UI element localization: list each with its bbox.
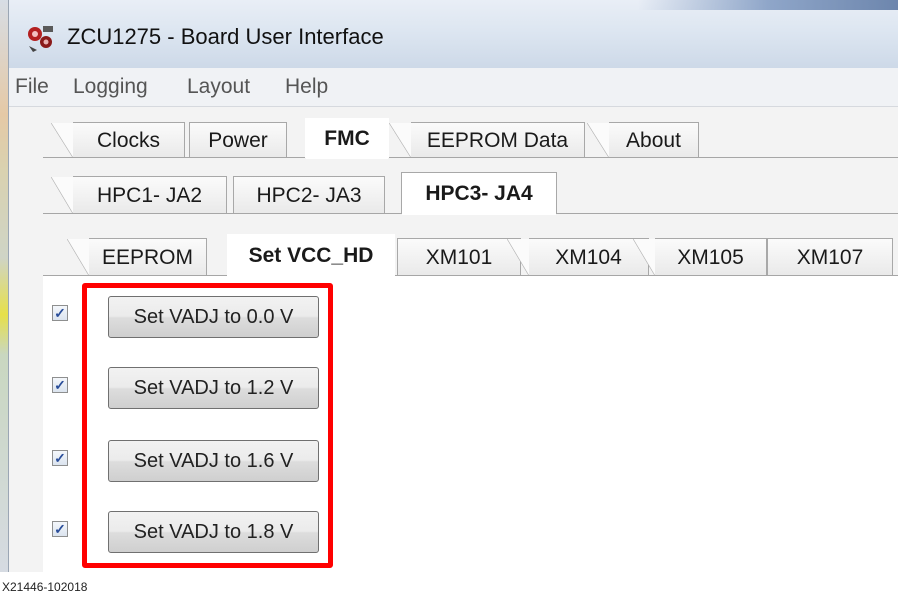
- tab-eeprom-data[interactable]: EEPROM Data: [389, 122, 585, 158]
- app-logo-icon: [28, 26, 53, 52]
- set-vadj-1-2-button[interactable]: Set VADJ to 1.2 V: [108, 367, 319, 409]
- tab-clocks[interactable]: Clocks: [51, 122, 185, 158]
- tab-set-vcc-hd[interactable]: Set VCC_HD: [227, 234, 395, 277]
- vadj-1-6-checkbox[interactable]: ✓: [52, 450, 68, 466]
- tab-about[interactable]: About: [587, 122, 699, 158]
- window-title: ZCU1275 - Board User Interface: [67, 24, 384, 49]
- menu-bar: File Logging Layout Help: [9, 68, 898, 107]
- tab-xm105[interactable]: XM105: [633, 238, 767, 276]
- vadj-0-0-checkbox[interactable]: ✓: [52, 305, 68, 321]
- tab-xm104[interactable]: XM104: [507, 238, 649, 276]
- tab-fmc[interactable]: FMC: [305, 118, 389, 159]
- tab-hpc3-ja4[interactable]: HPC3- JA4: [401, 172, 557, 215]
- tab-hpc1-ja2[interactable]: HPC1- JA2: [51, 176, 227, 214]
- tab-xm107[interactable]: XM107: [767, 238, 893, 276]
- tab-power[interactable]: Power: [189, 122, 287, 158]
- main-tab-row: Clocks Power FMC EEPROM Data About: [9, 106, 898, 159]
- figure-id-caption: X21446-102018: [2, 580, 88, 594]
- menu-layout[interactable]: Layout: [187, 74, 250, 100]
- set-vadj-1-8-button[interactable]: Set VADJ to 1.8 V: [108, 511, 319, 553]
- menu-help[interactable]: Help: [285, 74, 328, 100]
- set-vadj-1-6-button[interactable]: Set VADJ to 1.6 V: [108, 440, 319, 482]
- set-vadj-0-0-button[interactable]: Set VADJ to 0.0 V: [108, 296, 319, 338]
- menu-file[interactable]: File: [15, 74, 49, 100]
- tab-eeprom[interactable]: EEPROM: [67, 238, 207, 276]
- background-strip: [0, 0, 8, 572]
- tab-hpc2-ja3[interactable]: HPC2- JA3: [233, 176, 385, 214]
- fmc-tab-row: HPC1- JA2 HPC2- JA3 HPC3- JA4: [9, 158, 898, 215]
- vadj-1-2-checkbox[interactable]: ✓: [52, 377, 68, 393]
- vadj-1-8-checkbox[interactable]: ✓: [52, 521, 68, 537]
- tab-xm101[interactable]: XM101: [397, 238, 521, 276]
- app-window: ZCU1275 - Board User Interface File Logg…: [8, 0, 898, 572]
- title-bar: ZCU1275 - Board User Interface: [9, 0, 898, 68]
- sub-tab-row: EEPROM Set VCC_HD XM101 XM104 XM105 XM10…: [9, 214, 898, 277]
- menu-logging[interactable]: Logging: [73, 74, 148, 100]
